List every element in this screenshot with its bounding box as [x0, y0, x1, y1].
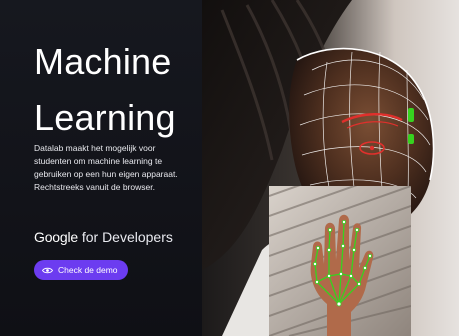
- hero-panel: Machine Learning Datalab maakt het mogel…: [0, 0, 202, 336]
- landing-page: Machine Learning Datalab maakt het mogel…: [0, 0, 459, 336]
- eye-icon: [42, 267, 53, 273]
- google-for-developers-logo: Google for Developers: [34, 229, 173, 245]
- face-tracking-image: [202, 0, 459, 336]
- hero-description: Datalab maakt het mogelijk voor studente…: [34, 143, 178, 192]
- hand-skeleton-illustration: [269, 186, 411, 336]
- brand-for-developers: for Developers: [81, 229, 173, 245]
- hand-tracking-image: [269, 186, 411, 336]
- check-demo-button[interactable]: Check de demo: [34, 260, 128, 280]
- check-demo-label: Check de demo: [58, 265, 118, 275]
- hero-title-line-2: Learning: [34, 97, 176, 138]
- brand-google: Google: [34, 229, 78, 245]
- hero-title-line-1: Machine: [34, 41, 172, 82]
- hero-title: Machine Learning: [34, 34, 176, 146]
